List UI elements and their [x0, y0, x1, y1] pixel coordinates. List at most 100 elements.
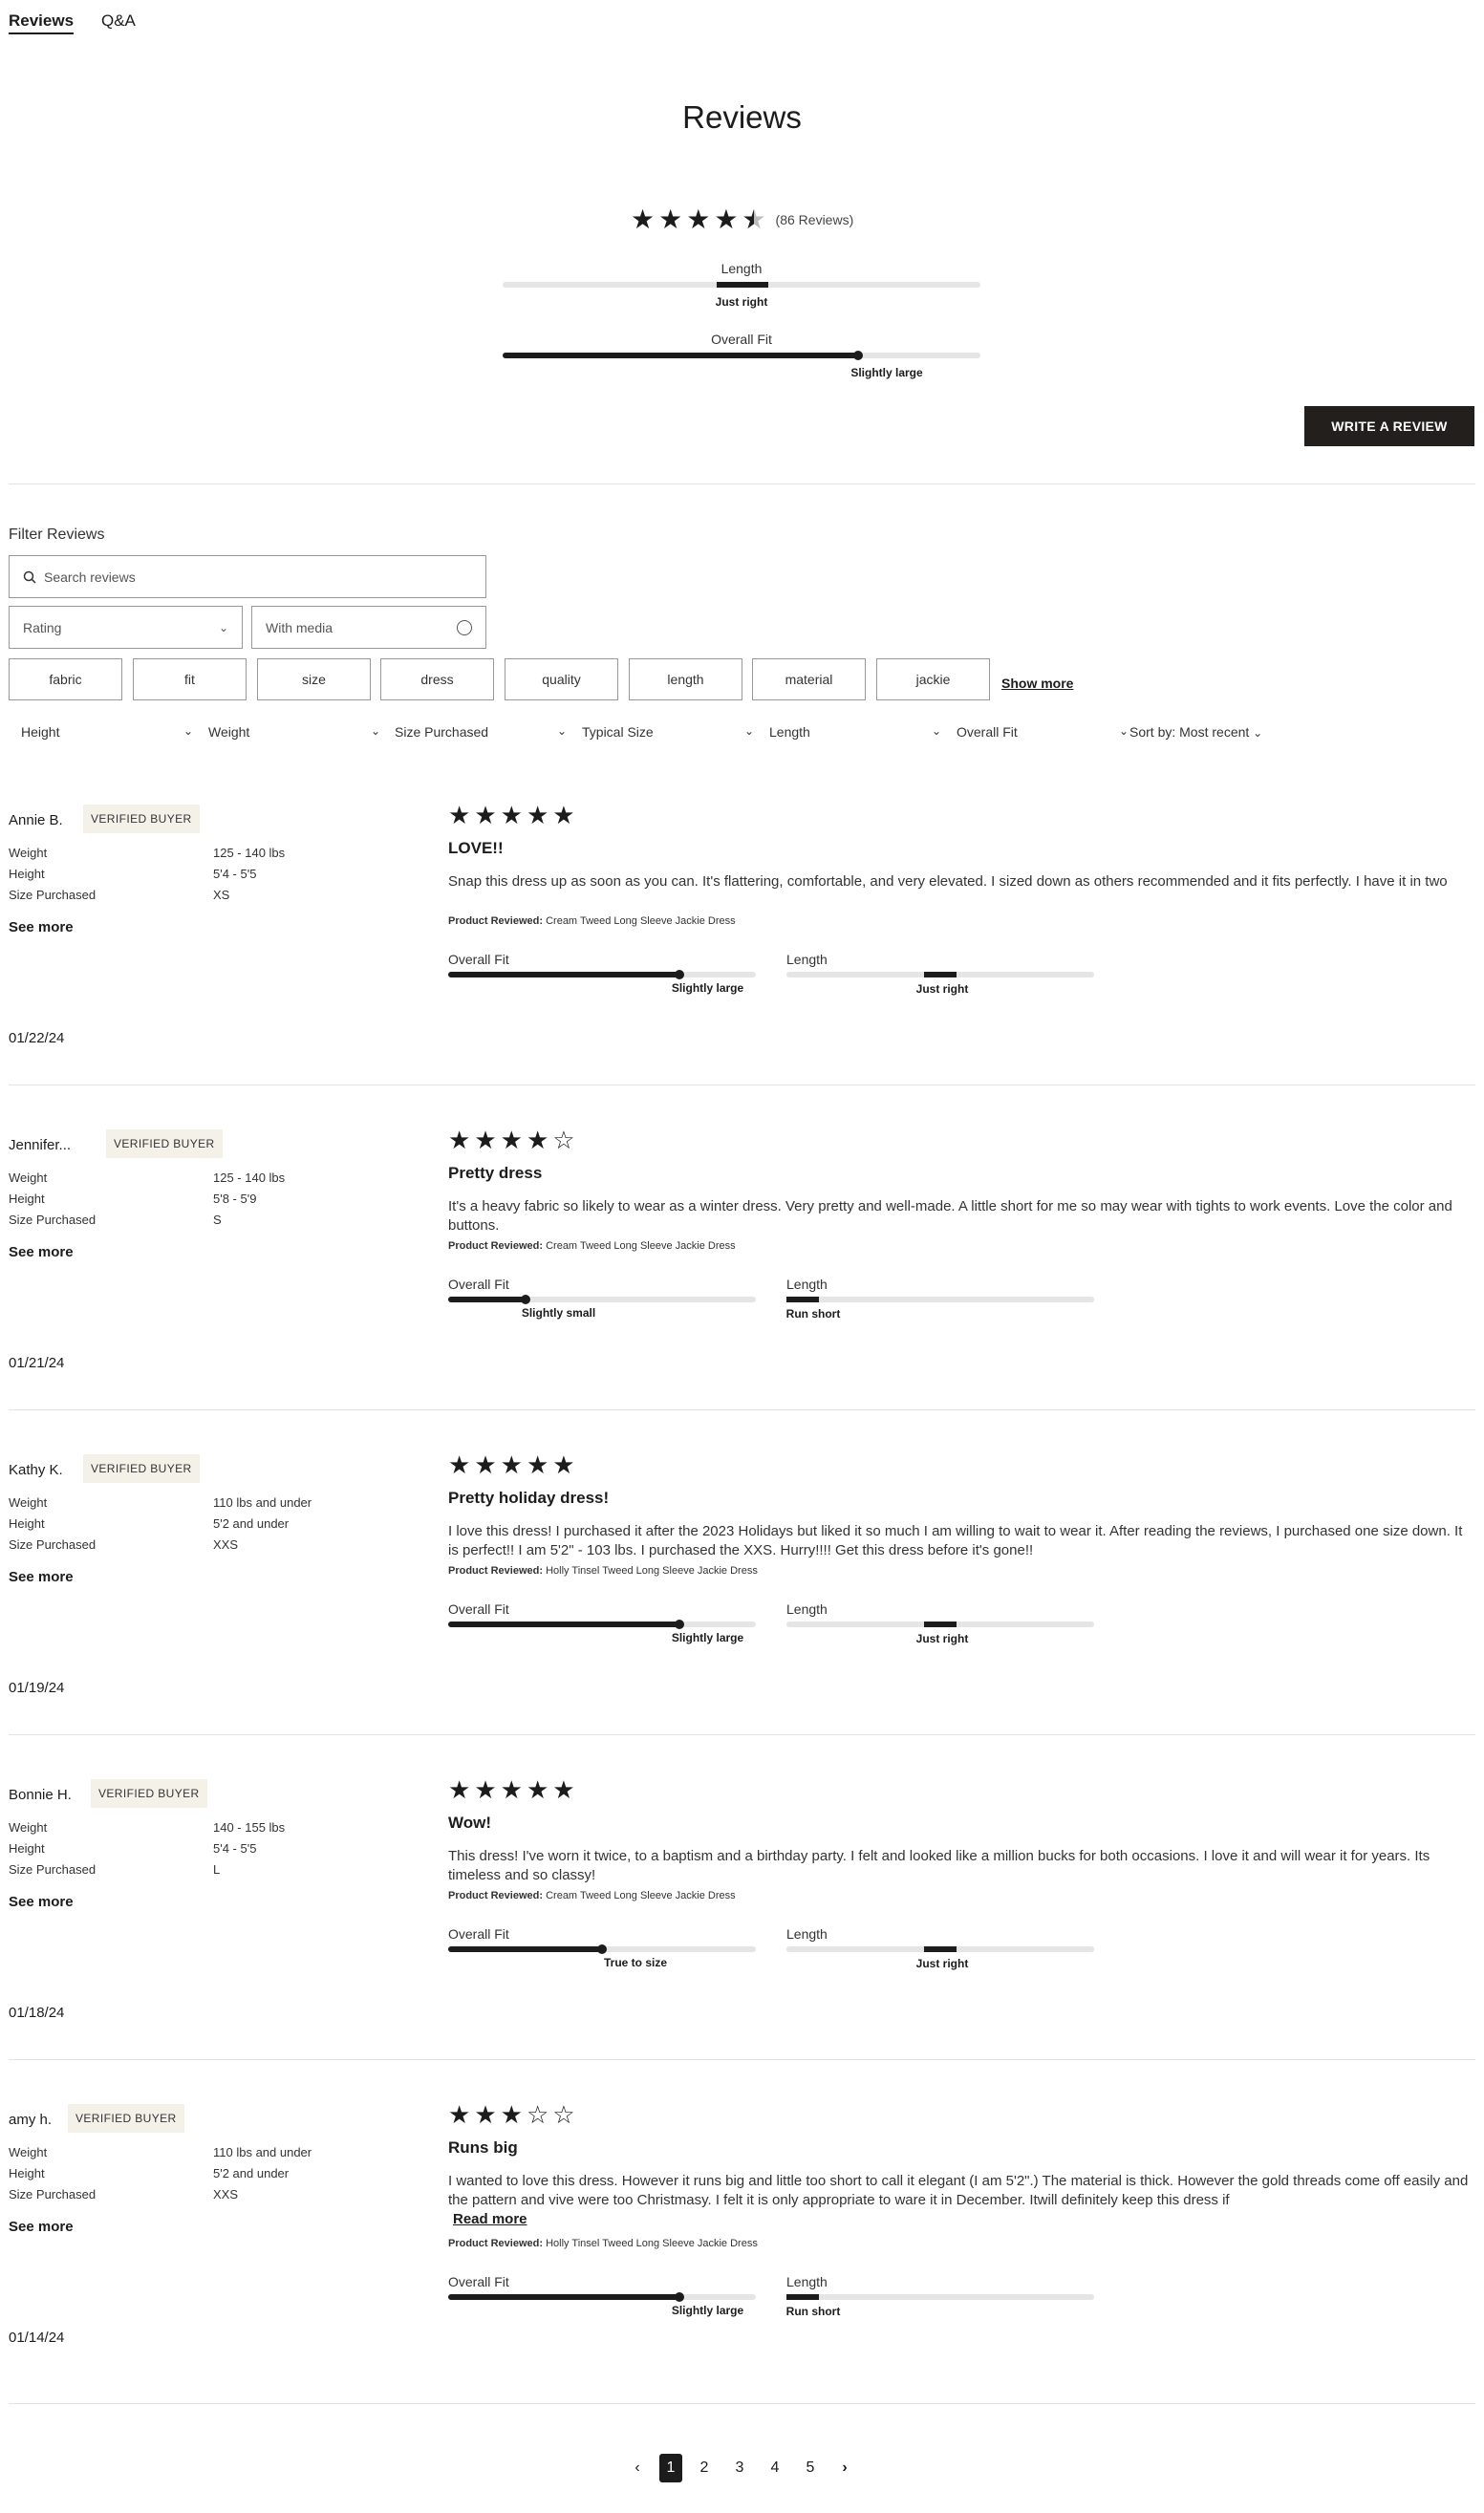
filter-chip[interactable]: jackie — [876, 658, 990, 700]
length-track — [786, 2294, 1094, 2300]
length-caption: Just right — [915, 982, 969, 996]
verified-buyer-badge: VERIFIED BUYER — [68, 2104, 184, 2133]
page-4-button[interactable]: 4 — [764, 2454, 786, 2482]
write-review-button[interactable]: WRITE A REVIEW — [1304, 406, 1474, 446]
filter-chip[interactable]: quality — [505, 658, 618, 700]
product-name: Cream Tweed Long Sleeve Jackie Dress — [546, 915, 736, 927]
fit-track — [448, 1295, 756, 1304]
attr-label-weight: Weight — [9, 1820, 48, 1835]
see-more-link[interactable]: See more — [9, 919, 74, 935]
dropdown-label: Height — [21, 724, 60, 740]
length-label: Length — [786, 1277, 828, 1292]
page-title: Reviews — [682, 99, 802, 135]
page-1-button[interactable]: 1 — [659, 2454, 682, 2482]
fit-fill — [448, 972, 679, 977]
product-reviewed: Product Reviewed: Cream Tweed Long Sleev… — [448, 1890, 736, 1901]
search-input[interactable] — [44, 569, 445, 585]
review-item: Bonnie H. VERIFIED BUYER Weight 140 - 155 l… — [0, 1768, 1484, 2054]
fit-fill — [448, 1946, 602, 1952]
reviewer-name: Annie B. — [9, 812, 63, 828]
star-full-icon: ★ — [526, 801, 549, 829]
product-reviewed: Product Reviewed: Cream Tweed Long Sleev… — [448, 915, 736, 927]
page-2-button[interactable]: 2 — [693, 2454, 716, 2482]
attr-label-height: Height — [9, 1192, 45, 1206]
summary-stars: ★ ★ ★ ★ ★ — [631, 204, 766, 234]
star-full-icon: ★ — [631, 204, 656, 234]
summary-length-marker — [717, 282, 768, 288]
overall-fit-dropdown[interactable]: Overall Fit ⌄ — [957, 724, 1129, 740]
filter-chip[interactable]: fabric — [9, 658, 122, 700]
next-page-icon[interactable]: › — [833, 2454, 856, 2482]
star-full-icon: ★ — [474, 1450, 497, 1479]
star-empty-icon: ☆ — [552, 2100, 575, 2129]
tab-qa[interactable]: Q&A — [101, 11, 136, 31]
review-date: 01/22/24 — [9, 1030, 65, 1046]
chevron-down-icon: ⌄ — [1118, 724, 1129, 738]
attr-label-height: Height — [9, 2166, 45, 2180]
product-name: Holly Tinsel Tweed Long Sleeve Jackie Dr… — [546, 2238, 758, 2249]
review-body: This dress! I've worn it twice, to a bap… — [448, 1848, 1430, 1883]
star-empty-icon: ☆ — [552, 1126, 575, 1154]
review-stars: ★ ★ ★ ★ ★ — [448, 1452, 575, 1477]
fit-dot — [520, 1295, 530, 1304]
product-reviewed: Product Reviewed: Cream Tweed Long Sleev… — [448, 1240, 736, 1252]
filter-chip[interactable]: dress — [380, 658, 494, 700]
radio-icon[interactable] — [457, 619, 472, 635]
review-title: Runs big — [448, 2138, 518, 2157]
review-count: (86 Reviews) — [775, 212, 854, 227]
page-3-button[interactable]: 3 — [728, 2454, 751, 2482]
review-stars: ★ ★ ★ ★ ☆ — [448, 1128, 575, 1152]
see-more-link[interactable]: See more — [9, 1569, 74, 1585]
filter-chip[interactable]: material — [752, 658, 866, 700]
weight-dropdown[interactable]: Weight ⌄ — [208, 724, 380, 740]
review-stars: ★ ★ ★ ★ ★ — [448, 803, 575, 827]
tab-reviews[interactable]: Reviews — [9, 11, 75, 34]
fit-track — [448, 970, 756, 979]
verified-buyer-badge: VERIFIED BUYER — [83, 1454, 200, 1483]
see-more-link[interactable]: See more — [9, 1894, 74, 1910]
review-date: 01/18/24 — [9, 2005, 65, 2021]
typical-size-dropdown[interactable]: Typical Size ⌄ — [582, 724, 754, 740]
length-dropdown[interactable]: Length ⌄ — [769, 724, 941, 740]
reviewer-name: Bonnie H. — [9, 1787, 72, 1803]
review-body: It's a heavy fabric so likely to wear as… — [448, 1198, 1452, 1234]
star-full-icon: ★ — [474, 801, 497, 829]
star-empty-icon: ☆ — [526, 2100, 549, 2129]
chevron-down-icon: ⌄ — [931, 724, 941, 738]
height-dropdown[interactable]: Height ⌄ — [21, 724, 193, 740]
review-stars: ★ ★ ★ ★ ★ — [448, 1777, 575, 1802]
prev-page-icon[interactable]: ‹ — [626, 2454, 649, 2482]
fit-fill — [448, 1622, 679, 1627]
with-media-toggle[interactable]: With media — [251, 606, 486, 649]
review-item: Kathy K. VERIFIED BUYER Weight 110 lbs and … — [0, 1443, 1484, 1729]
review-title: Pretty holiday dress! — [448, 1489, 610, 1507]
show-more-link[interactable]: Show more — [1001, 676, 1073, 691]
length-marker — [924, 1946, 957, 1952]
see-more-link[interactable]: See more — [9, 1244, 74, 1260]
page-5-button[interactable]: 5 — [799, 2454, 822, 2482]
read-more-link[interactable]: Read more — [453, 2211, 527, 2227]
filter-chip[interactable]: fit — [133, 658, 247, 700]
sort-dropdown[interactable]: Sort by: Most recent ⌄ — [1129, 724, 1262, 740]
star-full-icon: ★ — [526, 1126, 549, 1154]
attr-label-size: Size Purchased — [9, 1537, 97, 1552]
attr-label-weight: Weight — [9, 1495, 48, 1510]
review-title: Pretty dress — [448, 1164, 543, 1182]
reviewer-name: Jennifer... — [9, 1137, 72, 1153]
summary-fit-label: Overall Fit — [711, 332, 772, 347]
filter-chip[interactable]: size — [257, 658, 371, 700]
filter-chip[interactable]: length — [629, 658, 742, 700]
divider — [9, 1409, 1475, 1410]
chevron-down-icon: ⌄ — [218, 620, 228, 634]
fit-fill — [448, 1297, 526, 1302]
fit-caption: True to size — [603, 1956, 668, 1969]
see-more-link[interactable]: See more — [9, 2219, 74, 2235]
rating-select[interactable]: Rating ⌄ — [9, 606, 243, 649]
size-purchased-dropdown[interactable]: Size Purchased ⌄ — [395, 724, 567, 740]
product-prefix: Product Reviewed: — [448, 2238, 544, 2249]
product-reviewed: Product Reviewed: Holly Tinsel Tweed Lon… — [448, 1565, 758, 1577]
length-label: Length — [786, 1601, 828, 1617]
product-prefix: Product Reviewed: — [448, 1890, 544, 1901]
attr-value-size: XXS — [213, 2187, 239, 2202]
summary-length-label: Length — [720, 261, 763, 276]
